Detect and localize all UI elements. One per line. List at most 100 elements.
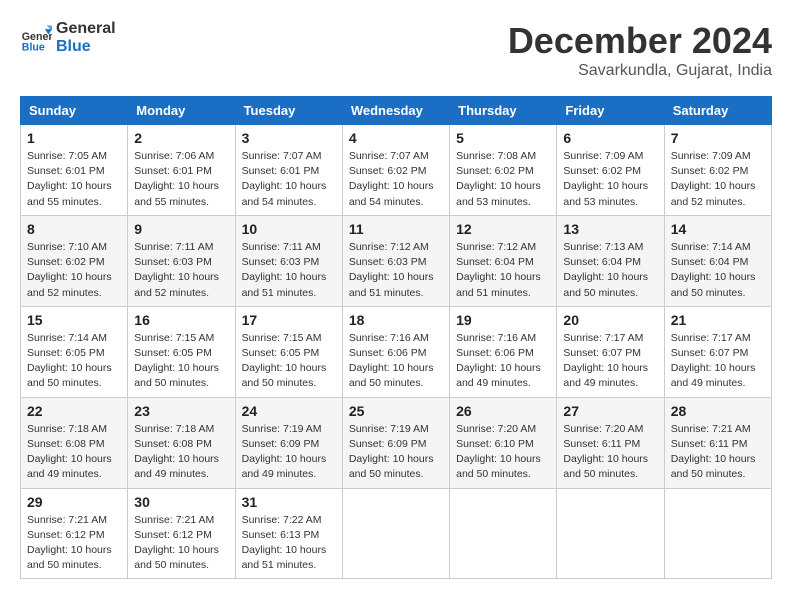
day-number: 27 [563,403,657,419]
calendar-cell-day-31: 31 Sunrise: 7:22 AM Sunset: 6:13 PM Dayl… [235,488,342,579]
empty-cell [450,488,557,579]
day-number: 23 [134,403,228,419]
day-info: Sunrise: 7:06 AM Sunset: 6:01 PM Dayligh… [134,149,228,210]
day-number: 6 [563,130,657,146]
calendar-cell-day-13: 13 Sunrise: 7:13 AM Sunset: 6:04 PM Dayl… [557,215,664,306]
calendar-row: 8 Sunrise: 7:10 AM Sunset: 6:02 PM Dayli… [21,215,772,306]
day-number: 30 [134,494,228,510]
calendar-cell-day-14: 14 Sunrise: 7:14 AM Sunset: 6:04 PM Dayl… [664,215,771,306]
day-number: 12 [456,221,550,237]
day-info: Sunrise: 7:09 AM Sunset: 6:02 PM Dayligh… [671,149,765,210]
calendar-row: 15 Sunrise: 7:14 AM Sunset: 6:05 PM Dayl… [21,306,772,397]
day-info: Sunrise: 7:11 AM Sunset: 6:03 PM Dayligh… [134,240,228,301]
calendar-cell-day-9: 9 Sunrise: 7:11 AM Sunset: 6:03 PM Dayli… [128,215,235,306]
day-info: Sunrise: 7:20 AM Sunset: 6:10 PM Dayligh… [456,422,550,483]
day-number: 10 [242,221,336,237]
calendar-cell-day-27: 27 Sunrise: 7:20 AM Sunset: 6:11 PM Dayl… [557,397,664,488]
calendar-body: 1 Sunrise: 7:05 AM Sunset: 6:01 PM Dayli… [21,125,772,579]
day-number: 20 [563,312,657,328]
location-subtitle: Savarkundla, Gujarat, India [508,62,772,80]
calendar-cell-day-5: 5 Sunrise: 7:08 AM Sunset: 6:02 PM Dayli… [450,125,557,216]
day-info: Sunrise: 7:19 AM Sunset: 6:09 PM Dayligh… [349,422,443,483]
title-area: December 2024 Savarkundla, Gujarat, Indi… [508,20,772,80]
empty-cell [557,488,664,579]
calendar-cell-day-15: 15 Sunrise: 7:14 AM Sunset: 6:05 PM Dayl… [21,306,128,397]
calendar-cell-day-1: 1 Sunrise: 7:05 AM Sunset: 6:01 PM Dayli… [21,125,128,216]
day-number: 1 [27,130,121,146]
calendar-cell-day-3: 3 Sunrise: 7:07 AM Sunset: 6:01 PM Dayli… [235,125,342,216]
day-info: Sunrise: 7:20 AM Sunset: 6:11 PM Dayligh… [563,422,657,483]
day-number: 16 [134,312,228,328]
calendar-row: 29 Sunrise: 7:21 AM Sunset: 6:12 PM Dayl… [21,488,772,579]
day-number: 25 [349,403,443,419]
logo: General Blue General Blue [20,20,116,55]
day-number: 8 [27,221,121,237]
month-title: December 2024 [508,20,772,62]
calendar-cell-day-12: 12 Sunrise: 7:12 AM Sunset: 6:04 PM Dayl… [450,215,557,306]
day-info: Sunrise: 7:08 AM Sunset: 6:02 PM Dayligh… [456,149,550,210]
day-info: Sunrise: 7:18 AM Sunset: 6:08 PM Dayligh… [27,422,121,483]
calendar-cell-day-29: 29 Sunrise: 7:21 AM Sunset: 6:12 PM Dayl… [21,488,128,579]
calendar-cell-day-10: 10 Sunrise: 7:11 AM Sunset: 6:03 PM Dayl… [235,215,342,306]
day-info: Sunrise: 7:12 AM Sunset: 6:04 PM Dayligh… [456,240,550,301]
logo-icon: General Blue [20,22,52,54]
calendar-cell-day-19: 19 Sunrise: 7:16 AM Sunset: 6:06 PM Dayl… [450,306,557,397]
day-info: Sunrise: 7:14 AM Sunset: 6:05 PM Dayligh… [27,331,121,392]
day-number: 17 [242,312,336,328]
calendar-cell-day-7: 7 Sunrise: 7:09 AM Sunset: 6:02 PM Dayli… [664,125,771,216]
day-number: 22 [27,403,121,419]
calendar-cell-day-18: 18 Sunrise: 7:16 AM Sunset: 6:06 PM Dayl… [342,306,449,397]
calendar-cell-day-16: 16 Sunrise: 7:15 AM Sunset: 6:05 PM Dayl… [128,306,235,397]
col-wednesday: Wednesday [342,97,449,125]
logo-blue: Blue [56,38,116,56]
day-number: 18 [349,312,443,328]
day-info: Sunrise: 7:17 AM Sunset: 6:07 PM Dayligh… [563,331,657,392]
calendar-cell-day-8: 8 Sunrise: 7:10 AM Sunset: 6:02 PM Dayli… [21,215,128,306]
day-info: Sunrise: 7:10 AM Sunset: 6:02 PM Dayligh… [27,240,121,301]
day-number: 19 [456,312,550,328]
logo-general: General [56,20,116,38]
day-info: Sunrise: 7:16 AM Sunset: 6:06 PM Dayligh… [456,331,550,392]
calendar-cell-day-21: 21 Sunrise: 7:17 AM Sunset: 6:07 PM Dayl… [664,306,771,397]
day-info: Sunrise: 7:05 AM Sunset: 6:01 PM Dayligh… [27,149,121,210]
calendar-cell-day-23: 23 Sunrise: 7:18 AM Sunset: 6:08 PM Dayl… [128,397,235,488]
day-info: Sunrise: 7:21 AM Sunset: 6:11 PM Dayligh… [671,422,765,483]
day-info: Sunrise: 7:14 AM Sunset: 6:04 PM Dayligh… [671,240,765,301]
col-friday: Friday [557,97,664,125]
day-number: 5 [456,130,550,146]
day-info: Sunrise: 7:12 AM Sunset: 6:03 PM Dayligh… [349,240,443,301]
calendar-cell-day-22: 22 Sunrise: 7:18 AM Sunset: 6:08 PM Dayl… [21,397,128,488]
day-number: 26 [456,403,550,419]
day-info: Sunrise: 7:09 AM Sunset: 6:02 PM Dayligh… [563,149,657,210]
calendar-cell-day-4: 4 Sunrise: 7:07 AM Sunset: 6:02 PM Dayli… [342,125,449,216]
calendar-cell-day-30: 30 Sunrise: 7:21 AM Sunset: 6:12 PM Dayl… [128,488,235,579]
col-saturday: Saturday [664,97,771,125]
calendar-cell-day-11: 11 Sunrise: 7:12 AM Sunset: 6:03 PM Dayl… [342,215,449,306]
calendar-header-row: Sunday Monday Tuesday Wednesday Thursday… [21,97,772,125]
day-number: 2 [134,130,228,146]
day-number: 13 [563,221,657,237]
day-info: Sunrise: 7:15 AM Sunset: 6:05 PM Dayligh… [242,331,336,392]
col-sunday: Sunday [21,97,128,125]
calendar-cell-day-2: 2 Sunrise: 7:06 AM Sunset: 6:01 PM Dayli… [128,125,235,216]
day-number: 29 [27,494,121,510]
calendar-cell-day-6: 6 Sunrise: 7:09 AM Sunset: 6:02 PM Dayli… [557,125,664,216]
day-number: 7 [671,130,765,146]
day-number: 14 [671,221,765,237]
day-info: Sunrise: 7:15 AM Sunset: 6:05 PM Dayligh… [134,331,228,392]
col-thursday: Thursday [450,97,557,125]
calendar-table: Sunday Monday Tuesday Wednesday Thursday… [20,96,772,579]
svg-text:Blue: Blue [22,41,45,53]
day-info: Sunrise: 7:19 AM Sunset: 6:09 PM Dayligh… [242,422,336,483]
day-number: 15 [27,312,121,328]
day-info: Sunrise: 7:21 AM Sunset: 6:12 PM Dayligh… [27,513,121,574]
calendar-cell-day-17: 17 Sunrise: 7:15 AM Sunset: 6:05 PM Dayl… [235,306,342,397]
day-info: Sunrise: 7:11 AM Sunset: 6:03 PM Dayligh… [242,240,336,301]
day-number: 31 [242,494,336,510]
day-info: Sunrise: 7:22 AM Sunset: 6:13 PM Dayligh… [242,513,336,574]
day-info: Sunrise: 7:07 AM Sunset: 6:01 PM Dayligh… [242,149,336,210]
calendar-row: 1 Sunrise: 7:05 AM Sunset: 6:01 PM Dayli… [21,125,772,216]
day-info: Sunrise: 7:21 AM Sunset: 6:12 PM Dayligh… [134,513,228,574]
empty-cell [664,488,771,579]
day-info: Sunrise: 7:16 AM Sunset: 6:06 PM Dayligh… [349,331,443,392]
